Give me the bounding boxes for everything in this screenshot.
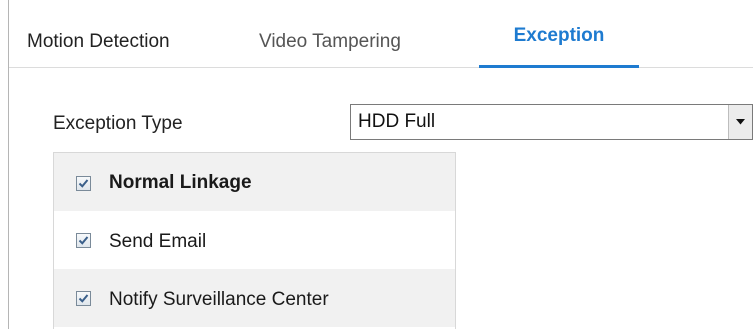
send-email-checkbox[interactable] [76,233,91,248]
list-item-send-email: Send Email [54,211,455,269]
exception-type-select[interactable]: HDD Full [350,104,753,140]
tab-bar: Motion Detection Video Tampering Excepti… [9,0,753,68]
tab-motion-detection[interactable]: Motion Detection [23,0,213,67]
checkmark-icon [78,236,89,245]
send-email-label: Send Email [109,231,207,252]
list-item-notify-center: Notify Surveillance Center [54,269,455,327]
notify-center-label: Notify Surveillance Center [109,289,329,310]
active-tab-indicator [479,65,639,68]
notify-center-checkbox[interactable] [76,291,91,306]
dropdown-button[interactable] [728,105,752,139]
caret-down-icon [736,119,745,125]
checkmark-icon [78,294,89,303]
normal-linkage-checkbox[interactable] [76,176,91,191]
exception-type-value: HDD Full [358,111,436,132]
linkage-panel: Normal Linkage Send Email Notify Surveil… [53,152,456,329]
tab-video-tampering[interactable]: Video Tampering [251,0,451,67]
tab-exception[interactable]: Exception [479,0,639,68]
checkmark-icon [78,179,89,188]
normal-linkage-label: Normal Linkage [109,172,252,193]
tab-label: Exception [513,25,605,46]
tab-label: Video Tampering [259,31,401,52]
tab-label: Motion Detection [27,31,170,52]
list-item-normal-linkage: Normal Linkage [54,153,455,211]
exception-type-label: Exception Type [53,113,183,134]
exception-settings-page: Motion Detection Video Tampering Excepti… [0,0,753,329]
